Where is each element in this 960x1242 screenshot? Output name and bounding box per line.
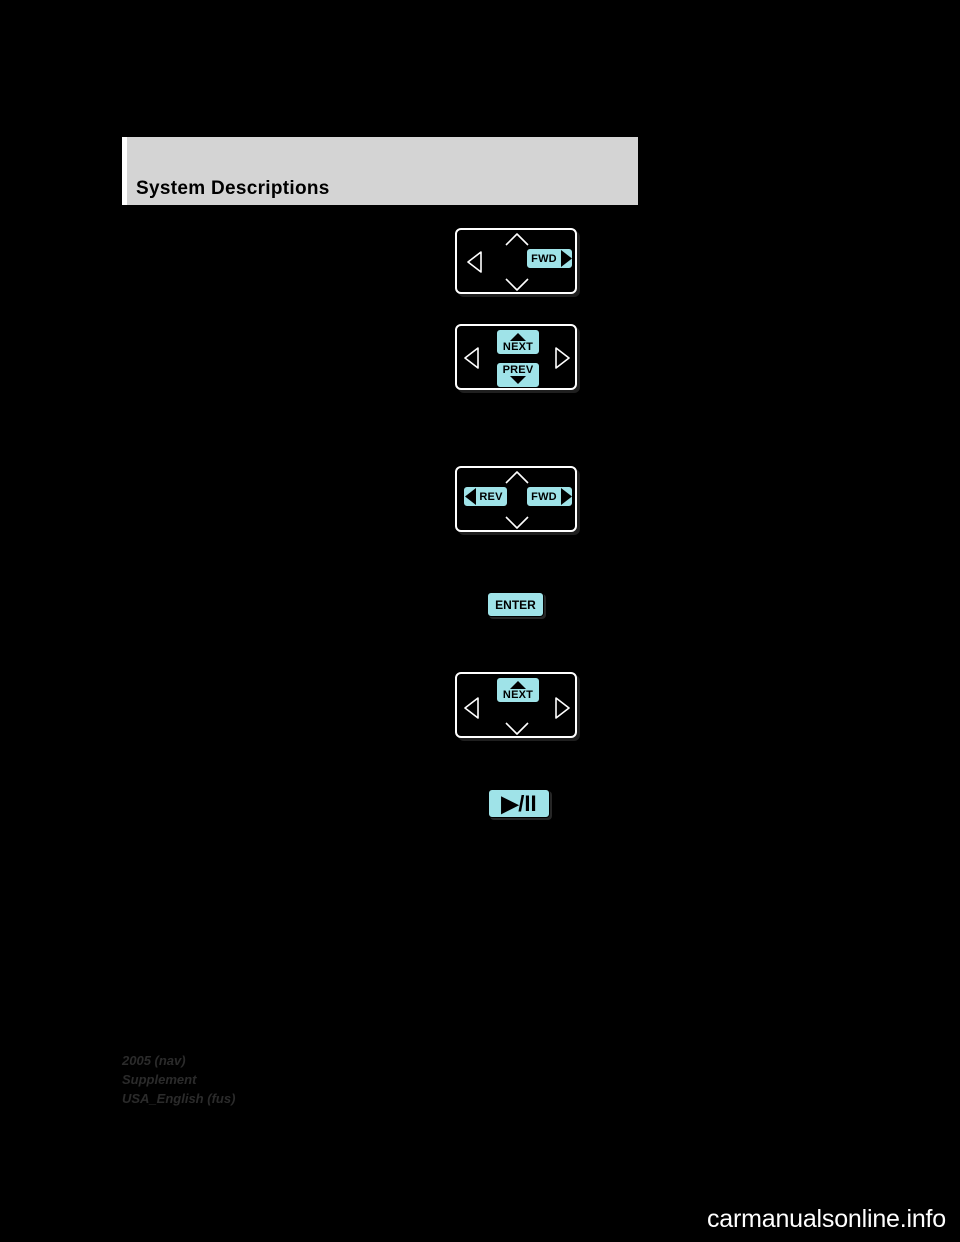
next-prev-control-panel: NEXT PREV (455, 324, 577, 390)
fwd-key-right-arrow-icon (561, 488, 573, 505)
next-key-label: NEXT (502, 688, 534, 701)
page-title: System Descriptions (136, 178, 330, 199)
enter-key-label: ENTER (495, 597, 536, 612)
play-pause-icon: ▶/II (501, 790, 537, 816)
rev-fwd-control-panel: REV FWD (455, 466, 577, 532)
down-arrow-icon (505, 516, 529, 529)
site-watermark: carmanualsonline.info (706, 1205, 946, 1233)
enter-key[interactable]: ENTER (487, 592, 544, 617)
fwd-key-label: FWD (531, 252, 557, 265)
fwd-key-label: FWD (531, 490, 557, 503)
right-arrow-icon (554, 347, 570, 369)
up-arrow-icon (505, 471, 529, 484)
next-key-up-arrow-icon (510, 680, 526, 689)
footer-line-supplement: Supplement (122, 1071, 197, 1087)
left-arrow-icon (464, 347, 480, 369)
prev-key[interactable]: PREV (496, 362, 540, 388)
fwd-control-panel: FWD (455, 228, 577, 294)
document-footer: 2005 (nav) Supplement USA_English (fus) (122, 1052, 235, 1109)
rev-key-left-arrow-icon (465, 488, 477, 505)
fwd-key-right-arrow-icon (561, 250, 573, 267)
next-key-label: NEXT (502, 340, 534, 353)
prev-key-down-arrow-icon (510, 376, 526, 385)
left-arrow-icon (464, 697, 480, 719)
next-key[interactable]: NEXT (496, 677, 540, 703)
rev-key-label: REV (479, 490, 503, 503)
footer-line-model-year: 2005 (nav) (122, 1053, 186, 1068)
next-key[interactable]: NEXT (496, 329, 540, 355)
next-control-panel: NEXT (455, 672, 577, 738)
header-left-rule (122, 137, 127, 205)
up-arrow-icon (505, 233, 529, 246)
next-key-up-arrow-icon (510, 332, 526, 341)
left-arrow-icon (467, 251, 483, 273)
play-pause-key[interactable]: ▶/II (488, 789, 550, 818)
right-arrow-icon (554, 697, 570, 719)
down-arrow-icon (505, 722, 529, 735)
down-arrow-icon (505, 278, 529, 291)
prev-key-label: PREV (502, 363, 534, 376)
document-page: System Descriptions FWD NEXT PREV REV FW… (0, 0, 960, 1242)
footer-line-language: USA_English (fus) (122, 1090, 236, 1106)
